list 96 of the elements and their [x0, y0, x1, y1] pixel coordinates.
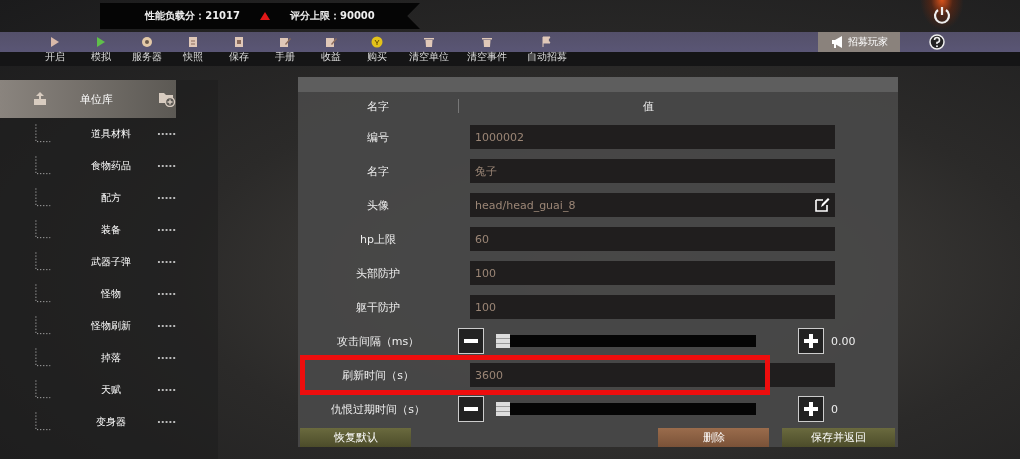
minus-icon	[464, 339, 478, 343]
play-icon	[95, 36, 107, 48]
dots-icon	[156, 260, 176, 264]
delete-button[interactable]: 删除	[658, 428, 769, 447]
toolbar-button[interactable]: 快照	[170, 32, 216, 66]
tree-item[interactable]: 天赋	[0, 374, 176, 406]
plus-icon	[804, 334, 818, 348]
trash-icon	[481, 36, 493, 48]
slider-value: 0.00	[831, 334, 856, 348]
gear-icon	[141, 36, 153, 48]
tree-connector-icon	[34, 252, 52, 272]
minus-button[interactable]	[458, 396, 484, 422]
plus-button[interactable]	[798, 396, 824, 422]
tree-item[interactable]: 食物药品	[0, 150, 176, 182]
tree-item[interactable]: 掉落	[0, 342, 176, 374]
dots-icon	[156, 228, 176, 232]
warning-icon	[260, 12, 270, 20]
tree-item[interactable]: 怪物	[0, 278, 176, 310]
dots-icon	[156, 196, 176, 200]
tree-connector-icon	[34, 220, 52, 240]
tree-item[interactable]: 配方	[0, 182, 176, 214]
dots-icon	[156, 388, 176, 392]
score-limit: 评分上限：90000	[290, 9, 375, 23]
slider-value: 0	[831, 402, 838, 416]
coin-icon	[371, 36, 383, 48]
tree-connector-icon	[34, 316, 52, 336]
slider-thumb[interactable]	[496, 334, 510, 348]
input-field[interactable]: 60	[470, 227, 835, 251]
input-field[interactable]: 兔子	[470, 159, 835, 183]
field-label: 刷新时间（s）	[341, 367, 415, 383]
add-folder-icon[interactable]	[158, 91, 176, 107]
field-label: 编号	[366, 129, 390, 145]
field-label: 名字	[366, 163, 390, 179]
field-label: 仇恨过期时间（s）	[330, 401, 426, 417]
field-label: 攻击间隔（ms）	[335, 333, 421, 349]
dots-icon	[156, 132, 176, 136]
toolbar-button[interactable]: 清空事件	[458, 32, 516, 66]
input-field[interactable]: 3600	[470, 363, 835, 387]
toolbar-button[interactable]: 服务器	[124, 32, 170, 66]
plus-button[interactable]	[798, 328, 824, 354]
toolbar-button[interactable]: 手册	[262, 32, 308, 66]
dots-icon	[156, 356, 176, 360]
reset-button[interactable]: 恢复默认	[300, 428, 411, 447]
field-label: 头像	[366, 197, 390, 213]
recruit-button[interactable]: 招募玩家	[818, 32, 900, 52]
trash-icon	[423, 36, 435, 48]
edit-icon	[279, 36, 291, 48]
toolbar-button[interactable]: 保存	[216, 32, 262, 66]
dots-icon	[156, 292, 176, 296]
toolbar-button[interactable]: 清空单位	[400, 32, 458, 66]
tree-item[interactable]: 装备	[0, 214, 176, 246]
edit-icon	[325, 36, 337, 48]
upload-icon	[33, 92, 47, 106]
dots-icon	[156, 164, 176, 168]
field-label: 躯干防护	[355, 299, 401, 315]
input-field[interactable]: 100	[470, 295, 835, 319]
input-field[interactable]: head/head_guai_8	[470, 193, 835, 217]
dots-icon	[156, 324, 176, 328]
tree-connector-icon	[34, 156, 52, 176]
save-button[interactable]: 保存并返回	[782, 428, 895, 447]
power-icon[interactable]	[933, 6, 951, 24]
tree-item[interactable]: 武器子弹	[0, 246, 176, 278]
slider-thumb[interactable]	[496, 402, 510, 416]
tree-connector-icon	[34, 380, 52, 400]
toolbar-button[interactable]: 购买	[354, 32, 400, 66]
tree-connector-icon	[34, 124, 52, 144]
minus-button[interactable]	[458, 328, 484, 354]
megaphone-icon	[830, 35, 845, 49]
tree-item[interactable]: 变身器	[0, 406, 176, 438]
help-icon[interactable]	[929, 34, 945, 50]
play-icon	[49, 36, 61, 48]
column-header: 值	[642, 98, 655, 114]
tree-connector-icon	[34, 284, 52, 304]
flag-icon	[541, 36, 553, 48]
tree-connector-icon	[34, 348, 52, 368]
field-label: 头部防护	[355, 265, 401, 281]
document-icon	[233, 36, 245, 48]
column-header: 名字	[366, 98, 390, 114]
toolbar-button[interactable]: 开启	[32, 32, 78, 66]
document-icon	[187, 36, 199, 48]
tree-connector-icon	[34, 412, 52, 432]
tree-connector-icon	[34, 188, 52, 208]
toolbar-button[interactable]: 自动招募	[516, 32, 578, 66]
input-field[interactable]: 1000002	[470, 125, 835, 149]
field-label: hp上限	[359, 231, 397, 247]
tree-item[interactable]: 道具材料	[0, 118, 176, 150]
plus-icon	[804, 402, 818, 416]
tree-item[interactable]: 怪物刷新	[0, 310, 176, 342]
toolbar-button[interactable]: 模拟	[78, 32, 124, 66]
edit-icon[interactable]	[814, 197, 830, 213]
dots-icon	[156, 420, 176, 424]
load-score: 性能负载分：21017	[145, 9, 240, 23]
minus-icon	[464, 407, 478, 411]
tree-folder[interactable]: 单位库	[0, 80, 176, 118]
toolbar-button[interactable]: 收益	[308, 32, 354, 66]
input-field[interactable]: 100	[470, 261, 835, 285]
